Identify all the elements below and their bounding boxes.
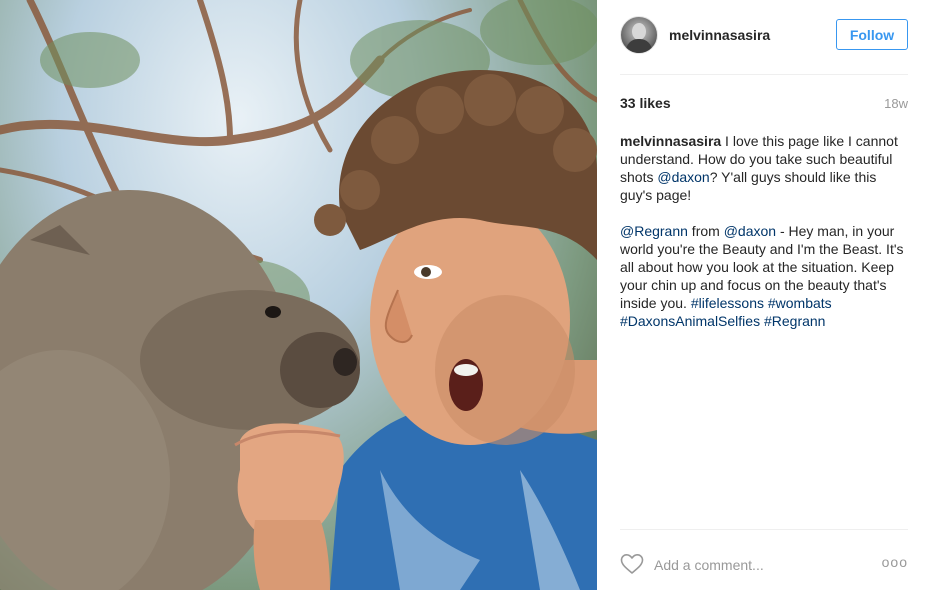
mention-link[interactable]: @daxon (724, 223, 776, 239)
post-header: melvinnasasira Follow (620, 16, 908, 56)
footer-divider (620, 529, 908, 530)
likes-count[interactable]: 33 likes (620, 95, 671, 111)
comment-input[interactable] (654, 555, 854, 575)
mention-link[interactable]: @Regrann (620, 223, 688, 239)
photo-illustration (0, 0, 597, 590)
hashtag-link[interactable]: #Regrann (764, 313, 826, 329)
hashtag-link[interactable]: #lifelessons (691, 295, 764, 311)
username-link[interactable]: melvinnasasira (669, 27, 770, 43)
comment-row: ooo (620, 553, 908, 577)
follow-button[interactable]: Follow (836, 19, 908, 50)
heart-outline-icon[interactable] (620, 553, 644, 575)
more-dots-icon[interactable]: ooo (882, 554, 908, 570)
avatar-body (626, 39, 652, 53)
hashtag-link[interactable]: #DaxonsAnimalSelfies (620, 313, 760, 329)
header-divider (620, 74, 908, 75)
hashtag-link[interactable]: #wombats (768, 295, 832, 311)
caption-text: from (687, 223, 724, 239)
avatar-face (632, 23, 646, 40)
avatar[interactable] (620, 16, 658, 54)
mention-link[interactable]: @daxon (657, 169, 709, 185)
caption-paragraph-1: melvinnasasira I love this page like I c… (620, 132, 908, 204)
post-photo (0, 0, 597, 590)
post-sidebar: melvinnasasira Follow 33 likes 18w melvi… (597, 0, 926, 590)
post-caption: melvinnasasira I love this page like I c… (620, 132, 908, 348)
post-time[interactable]: 18w (884, 96, 908, 111)
caption-username[interactable]: melvinnasasira (620, 133, 721, 149)
caption-paragraph-2: @Regrann from @daxon - Hey man, in your … (620, 222, 908, 330)
